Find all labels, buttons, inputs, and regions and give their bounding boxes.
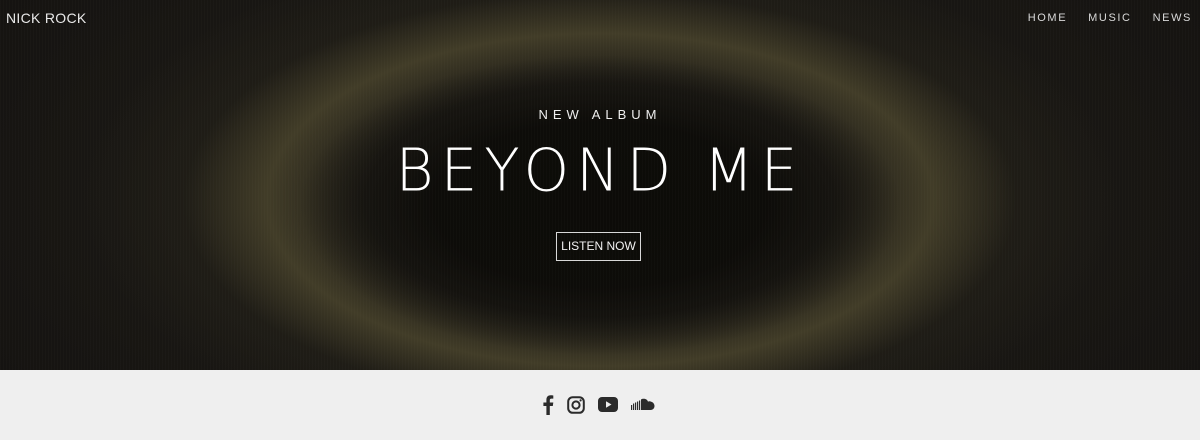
social-links [0,395,1200,417]
nav-item-home[interactable]: HOME [1028,12,1067,24]
hero-eyebrow: NEW ALBUM [538,107,662,122]
facebook-link[interactable] [542,395,554,415]
brand-logo-link[interactable]: NICK ROCK [6,10,87,26]
facebook-icon [542,395,554,415]
instagram-icon [567,396,585,414]
nav-item-news[interactable]: NEWS [1153,12,1192,24]
soundcloud-icon [631,398,656,411]
hero-section: NICK ROCK HOME MUSIC NEWS NEW ALBUM BEYO… [0,0,1200,370]
instagram-link[interactable] [567,396,585,414]
hero-title: BEYOND ME [395,135,805,205]
main-nav: HOME MUSIC NEWS [1007,12,1192,24]
footer [0,370,1200,440]
listen-now-button[interactable]: LISTEN NOW [556,232,641,261]
soundcloud-link[interactable] [631,398,656,411]
youtube-icon [598,397,618,412]
nav-item-music[interactable]: MUSIC [1088,12,1131,24]
youtube-link[interactable] [598,397,618,412]
